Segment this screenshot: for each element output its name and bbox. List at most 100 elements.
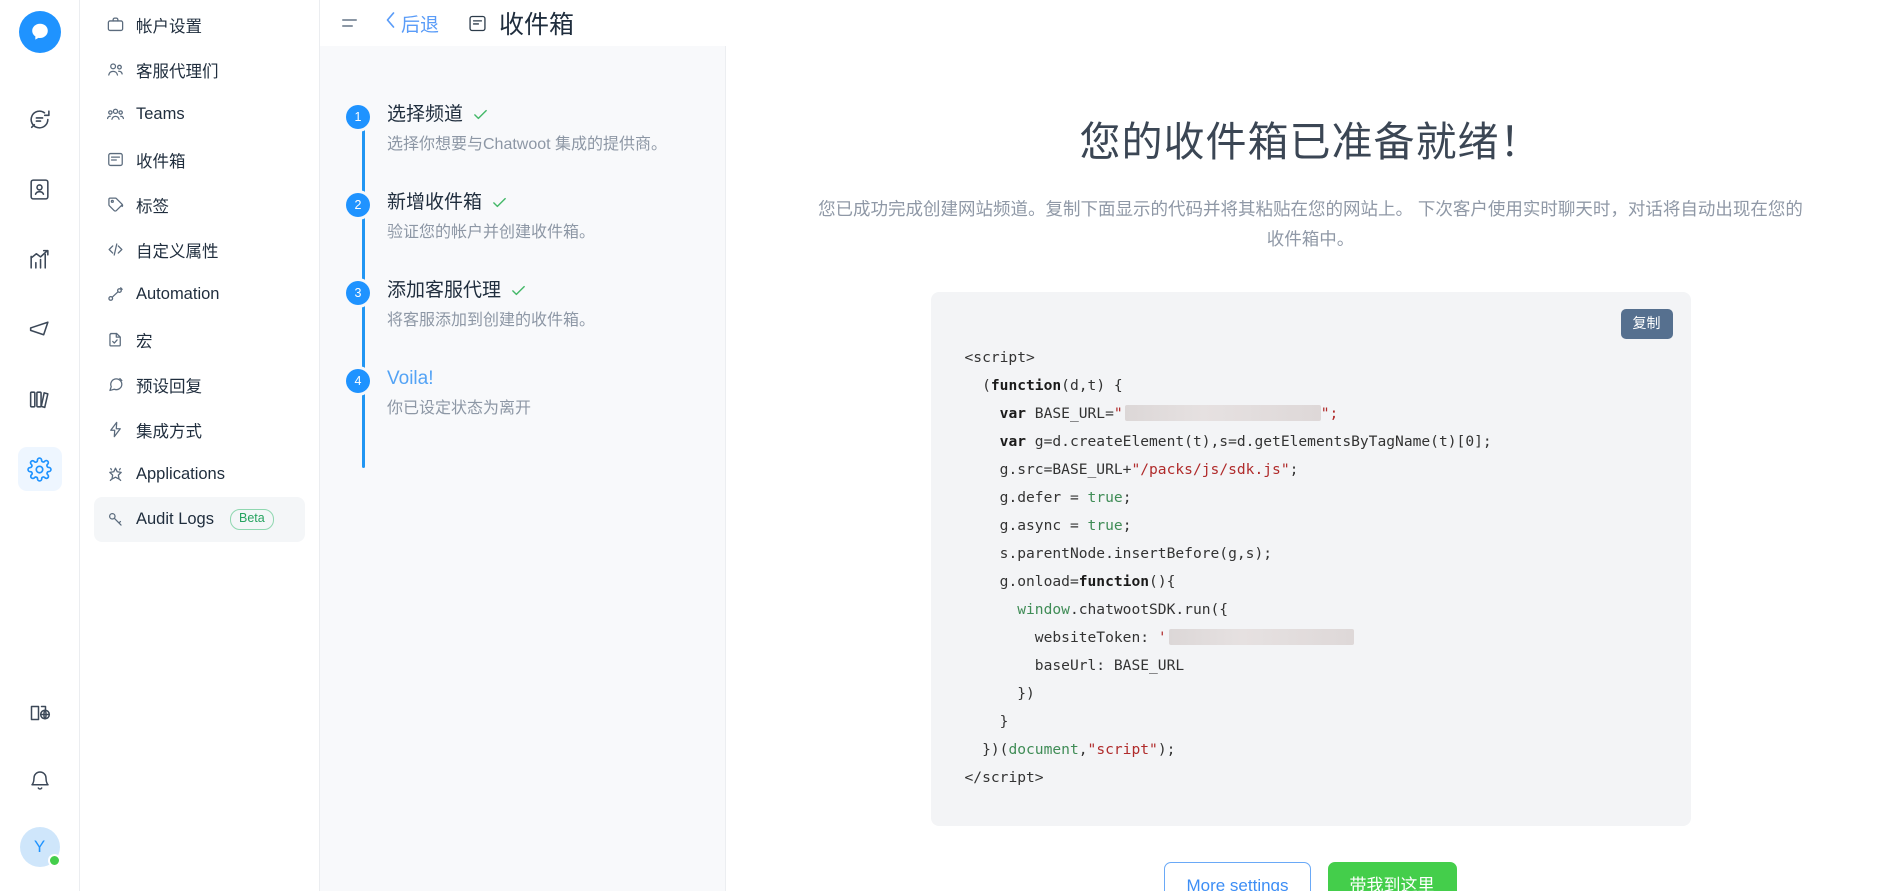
page-title-text: 收件箱 xyxy=(499,5,574,41)
canned-reply-icon xyxy=(106,375,125,394)
wizard-step-number: 4 xyxy=(346,369,370,393)
code-token: } xyxy=(1000,713,1009,730)
code-token: g=d.createElement(t),s=d.getElementsByTa… xyxy=(1026,433,1492,450)
back-button[interactable]: 后退 xyxy=(384,10,439,37)
action-buttons: More settings 带我到这里 xyxy=(1164,862,1456,891)
sidebar-item-automation[interactable]: Automation xyxy=(94,272,305,317)
code-token: </scr xyxy=(965,769,1009,786)
chevron-left-icon xyxy=(384,11,397,35)
avatar[interactable]: Y xyxy=(20,827,60,867)
wizard-step-body: Voila! 你已设定状态为离开 xyxy=(387,366,531,421)
rail-item-settings[interactable] xyxy=(18,447,62,491)
sidebar-item-account-settings[interactable]: 帐户设置 xyxy=(94,2,305,47)
code-token: .chatwootSDK.run({ xyxy=(1070,601,1228,618)
code-token: baseUrl: BASE_URL xyxy=(1035,657,1184,674)
rail-item-docs[interactable] xyxy=(18,691,62,735)
redacted-base-url xyxy=(1125,405,1321,421)
tag-icon xyxy=(106,195,125,214)
rail-item-contacts[interactable] xyxy=(18,167,62,211)
code-snippet-card: 复制 <script> (function(d,t) { var BASE_UR… xyxy=(931,292,1691,826)
code-token: g.onload= xyxy=(1000,573,1079,590)
sidebar-item-label: 标签 xyxy=(136,193,169,217)
wizard-step-title: 选择频道 xyxy=(387,102,463,128)
code-token: " xyxy=(1114,405,1123,422)
chatwoot-logo-icon[interactable] xyxy=(19,11,61,53)
check-icon xyxy=(472,106,489,123)
avatar-initial: Y xyxy=(34,837,45,857)
code-line-1: <script> xyxy=(965,349,1035,366)
wizard-steps-list: 1 选择频道 选择你想要与Chatwoot 集成的提供商。 xyxy=(346,102,725,421)
sidebar-item-label: 收件箱 xyxy=(136,148,186,172)
sidebar-item-canned-responses[interactable]: 预设回复 xyxy=(94,362,305,407)
code-token: "script" xyxy=(1088,741,1158,758)
more-settings-button[interactable]: More settings xyxy=(1164,862,1310,891)
code-token: true xyxy=(1088,517,1123,534)
rail-item-reports[interactable] xyxy=(18,237,62,281)
sidebar-item-custom-attributes[interactable]: 自定义属性 xyxy=(94,227,305,272)
teams-icon xyxy=(106,105,125,124)
content-panel: 您的收件箱已准备就绪！ 您已成功完成创建网站频道。复制下面显示的代码并将其粘贴在… xyxy=(726,46,1895,891)
code-icon xyxy=(106,240,125,259)
settings-sidebar: 帐户设置 客服代理们 Teams xyxy=(80,0,320,891)
code-token: ' xyxy=(1158,629,1167,646)
rail-item-notifications[interactable] xyxy=(18,759,62,803)
code-token: function xyxy=(991,377,1061,394)
rail-bottom-group: Y xyxy=(18,691,62,891)
sidebar-item-integrations[interactable]: 集成方式 xyxy=(94,407,305,452)
rail-item-campaigns[interactable] xyxy=(18,307,62,351)
sidebar-item-labels[interactable]: 标签 xyxy=(94,182,305,227)
code-line-16: </script> xyxy=(965,769,1044,786)
sidebar-item-label: 帐户设置 xyxy=(136,13,202,37)
code-token: ; xyxy=(1123,489,1132,506)
copy-button[interactable]: 复制 xyxy=(1621,309,1673,339)
take-me-there-button[interactable]: 带我到这里 xyxy=(1328,862,1457,891)
wizard-step-title-row: 选择频道 xyxy=(387,102,667,128)
code-token: (){ xyxy=(1149,573,1175,590)
sidebar-item-label: 宏 xyxy=(136,328,153,352)
sidebar-item-label: Applications xyxy=(136,465,225,484)
integrations-icon xyxy=(106,420,125,439)
wizard-step-description: 你已设定状态为离开 xyxy=(387,397,531,421)
wizard-step-title: 新增收件箱 xyxy=(387,190,482,216)
top-bar: 后退 收件箱 xyxy=(320,0,1895,46)
code-token: ( xyxy=(982,377,991,394)
sidebar-item-label: 客服代理们 xyxy=(136,58,219,82)
sidebar-item-macros[interactable]: 宏 xyxy=(94,317,305,362)
code-token: (d,t) { xyxy=(1061,377,1123,394)
sidebar-item-inboxes[interactable]: 收件箱 xyxy=(94,137,305,182)
code-token: }) xyxy=(1017,685,1035,702)
code-token: g.defer = xyxy=(1000,489,1088,506)
rail-item-conversations[interactable] xyxy=(18,97,62,141)
sidebar-item-label: Automation xyxy=(136,285,219,304)
wizard-step-body: 新增收件箱 验证您的帐户并创建收件箱。 xyxy=(387,190,595,245)
code-token: var xyxy=(1000,433,1026,450)
code-token: g.async = xyxy=(1000,517,1088,534)
hero-title: 您的收件箱已准备就绪！ xyxy=(1080,108,1542,168)
sidebar-item-label: Teams xyxy=(136,105,185,124)
back-button-label: 后退 xyxy=(401,10,439,37)
sidebar-item-teams[interactable]: Teams xyxy=(94,92,305,137)
sidebar-item-agents[interactable]: 客服代理们 xyxy=(94,47,305,92)
code-token: ; xyxy=(1290,461,1299,478)
code-token: websiteToken: xyxy=(1035,629,1158,646)
status-badge: Beta xyxy=(230,509,274,530)
code-token: ; xyxy=(1123,517,1132,534)
code-token: true xyxy=(1088,489,1123,506)
rail-item-help-center[interactable] xyxy=(18,377,62,421)
wizard-step-body: 添加客服代理 将客服添加到创建的收件箱。 xyxy=(387,278,595,333)
wizard-step-number: 2 xyxy=(346,193,370,217)
code-token: document xyxy=(1008,741,1078,758)
sidebar-item-applications[interactable]: Applications xyxy=(94,452,305,497)
page-title: 收件箱 xyxy=(467,5,574,41)
code-token: g.src=BASE_URL+ xyxy=(1000,461,1132,478)
hamburger-icon[interactable] xyxy=(342,13,362,33)
sidebar-item-audit-logs[interactable]: Audit Logs Beta xyxy=(94,497,305,542)
sidebar-item-label: 预设回复 xyxy=(136,373,202,397)
applications-icon xyxy=(106,465,125,484)
code-snippet[interactable]: <script> (function(d,t) { var BASE_URL="… xyxy=(931,344,1691,792)
wizard-step-title-row: Voila! xyxy=(387,366,531,392)
body-wrapper: 1 选择频道 选择你想要与Chatwoot 集成的提供商。 xyxy=(320,46,1895,891)
wizard-step-description: 选择你想要与Chatwoot 集成的提供商。 xyxy=(387,133,667,157)
check-icon xyxy=(491,194,508,211)
wizard-step: 4 Voila! 你已设定状态为离开 xyxy=(346,366,725,421)
